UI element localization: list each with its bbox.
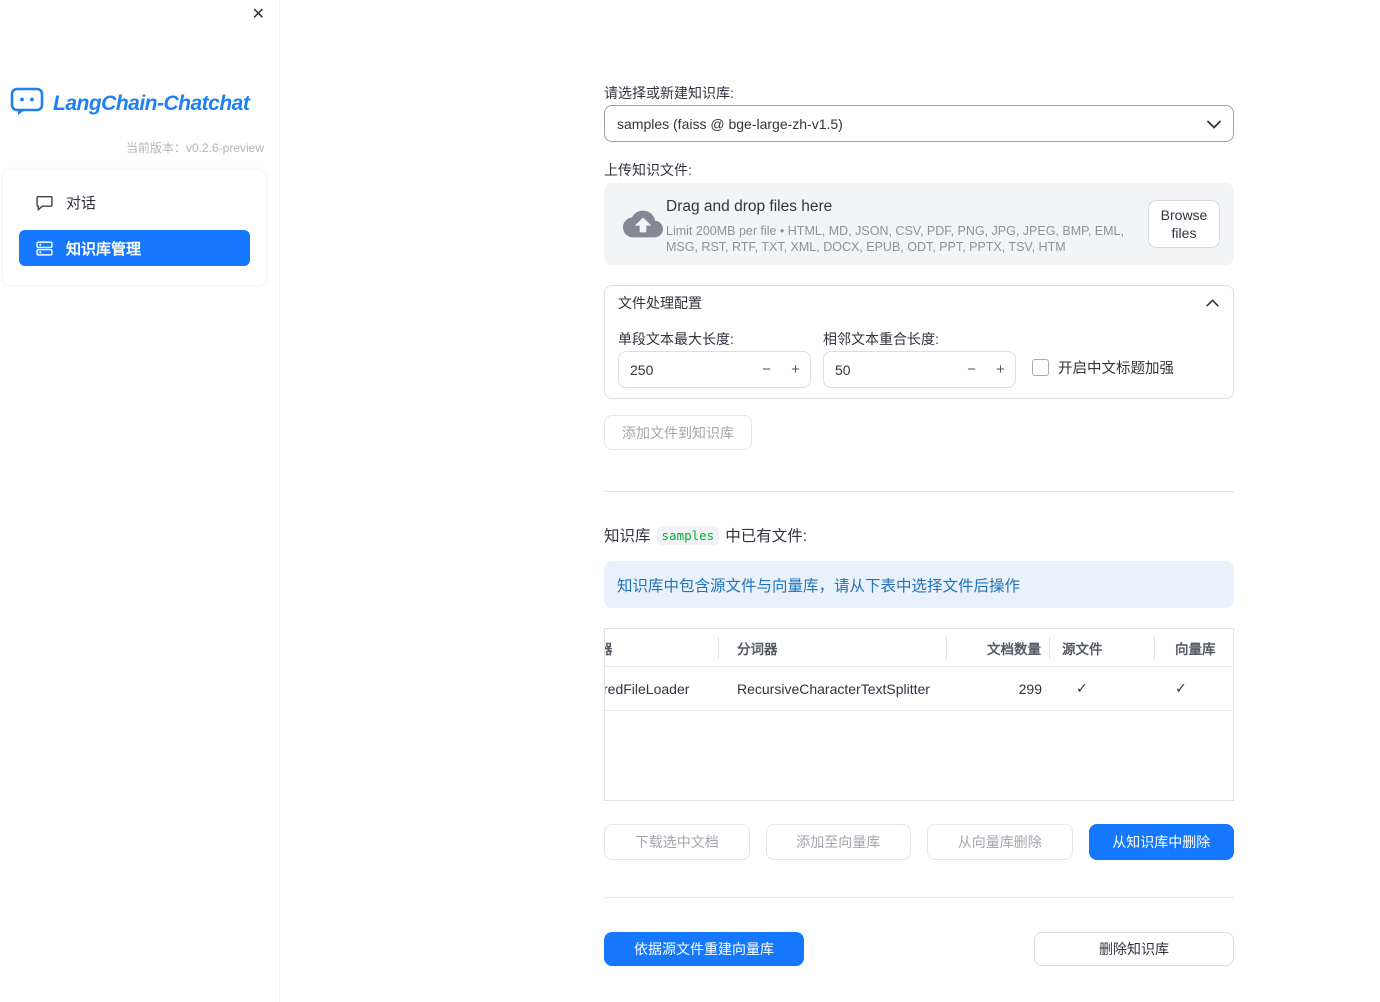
plus-button[interactable]: + (986, 352, 1015, 387)
app-window: ✕ LangChain-Chatchat 当前版本：v0.2.6-preview (0, 0, 1380, 1002)
browse-files-button[interactable]: Browse files (1148, 200, 1220, 248)
sidebar-item-label: 知识库管理 (66, 240, 142, 258)
chat-bubble-icon (36, 194, 53, 211)
sidebar-item-label: 对话 (66, 194, 97, 212)
expander-title: 文件处理配置 (618, 295, 702, 311)
chunk-size-label: 单段文本最大长度: (618, 331, 734, 347)
upload-label: 上传知识文件: (604, 162, 692, 178)
minus-button[interactable]: − (957, 352, 986, 387)
info-banner-text: 知识库中包含源文件与向量库，请从下表中选择文件后操作 (617, 577, 1021, 595)
checkbox-label: 开启中文标题加强 (1058, 361, 1174, 377)
check-icon: ✓ (1076, 680, 1088, 696)
file-config-expander: 文件处理配置 单段文本最大长度: 相邻文本重合长度: − + − + 开启中文标… (604, 285, 1234, 399)
sidebar-item-dialogue[interactable]: 对话 (19, 184, 250, 220)
sidebar-item-kb-management[interactable]: 知识库管理 (19, 230, 250, 266)
file-actions-row: 下载选中文档 添加至向量库 从向量库删除 从知识库中删除 (604, 824, 1234, 860)
plus-button[interactable]: + (781, 352, 810, 387)
kb-files-suffix: 中已有文件: (725, 528, 808, 545)
info-banner: 知识库中包含源文件与向量库，请从下表中选择文件后操作 (604, 561, 1234, 608)
expander-header[interactable]: 文件处理配置 (605, 286, 1233, 320)
add-to-vectorstore-button[interactable]: 添加至向量库 (765, 824, 911, 860)
zh-title-checkbox-row[interactable]: 开启中文标题加强 (1032, 357, 1174, 378)
divider (604, 897, 1234, 898)
rebuild-vectorstore-button[interactable]: 依据源文件重建向量库 (604, 932, 804, 966)
download-selected-button[interactable]: 下载选中文档 (604, 824, 750, 860)
divider (604, 491, 1234, 492)
sidebar: ✕ LangChain-Chatchat 当前版本：v0.2.6-preview (0, 0, 280, 1002)
delete-from-kb-button[interactable]: 从知识库中删除 (1088, 824, 1234, 860)
col-vector-store: 向量库 (1175, 641, 1216, 657)
cloud-upload-icon (623, 210, 663, 243)
kb-stack-icon (36, 240, 53, 257)
col-splitter: 分词器 (719, 636, 947, 659)
delete-kb-button[interactable]: 删除知识库 (1034, 932, 1234, 966)
kb-select-value: samples (faiss @ bge-large-zh-v1.5) (617, 115, 843, 132)
version-label: 当前版本：v0.2.6-preview (125, 141, 264, 155)
kb-name-code: samples (656, 525, 720, 545)
col-loader: 器 (605, 636, 719, 659)
table-row[interactable]: redFileLoader RecursiveCharacterTextSpli… (605, 667, 1233, 711)
chevron-up-icon (1206, 294, 1219, 312)
cell-vector-check: ✓ (1155, 667, 1233, 710)
chat-logo-icon (10, 86, 46, 121)
kb-select-label: 请选择或新建知识库: (604, 85, 734, 101)
chunk-size-stepper: − + (618, 351, 811, 388)
cell-splitter: RecursiveCharacterTextSplitter (737, 680, 930, 697)
col-doc-count: 文档数量 (947, 636, 1050, 659)
col-source-file: 源文件 (1050, 636, 1155, 659)
dropzone-limit-text: Limit 200MB per file • HTML, MD, JSON, C… (666, 224, 1124, 254)
kb-files-prefix: 知识库 (604, 528, 651, 545)
minus-button[interactable]: − (752, 352, 781, 387)
chevron-down-icon (1207, 116, 1221, 132)
cell-source-check: ✓ (1050, 667, 1155, 710)
close-icon[interactable]: ✕ (252, 7, 265, 23)
app-logo: LangChain-Chatchat (10, 86, 250, 121)
check-icon: ✓ (1175, 680, 1187, 696)
kb-files-heading: 知识库 samples 中已有文件: (604, 524, 807, 546)
delete-from-vectorstore-button[interactable]: 从向量库删除 (927, 824, 1073, 860)
chunk-size-input[interactable] (619, 361, 752, 378)
add-files-to-kb-button[interactable]: 添加文件到知识库 (604, 415, 752, 450)
checkbox-unchecked[interactable] (1032, 359, 1049, 376)
cell-loader: redFileLoader (605, 680, 690, 697)
file-dropzone[interactable]: Drag and drop files here Limit 200MB per… (604, 183, 1234, 265)
logo-text: LangChain-Chatchat (53, 91, 250, 115)
kb-select[interactable]: samples (faiss @ bge-large-zh-v1.5) (604, 105, 1234, 142)
dropzone-title: Drag and drop files here (666, 198, 833, 215)
cell-doc-count: 299 (1018, 680, 1042, 697)
overlap-size-input[interactable] (824, 361, 957, 378)
overlap-size-stepper: − + (823, 351, 1016, 388)
sidebar-menu: 对话 知识库管理 (3, 170, 266, 285)
kb-files-table: 器 分词器 文档数量 源文件 向量库 redFileLoader Recursi… (604, 628, 1234, 801)
overlap-size-label: 相邻文本重合长度: (823, 331, 939, 347)
table-header-row: 器 分词器 文档数量 源文件 向量库 (605, 629, 1233, 667)
main-content: 请选择或新建知识库: samples (faiss @ bge-large-zh… (604, 0, 1234, 1002)
